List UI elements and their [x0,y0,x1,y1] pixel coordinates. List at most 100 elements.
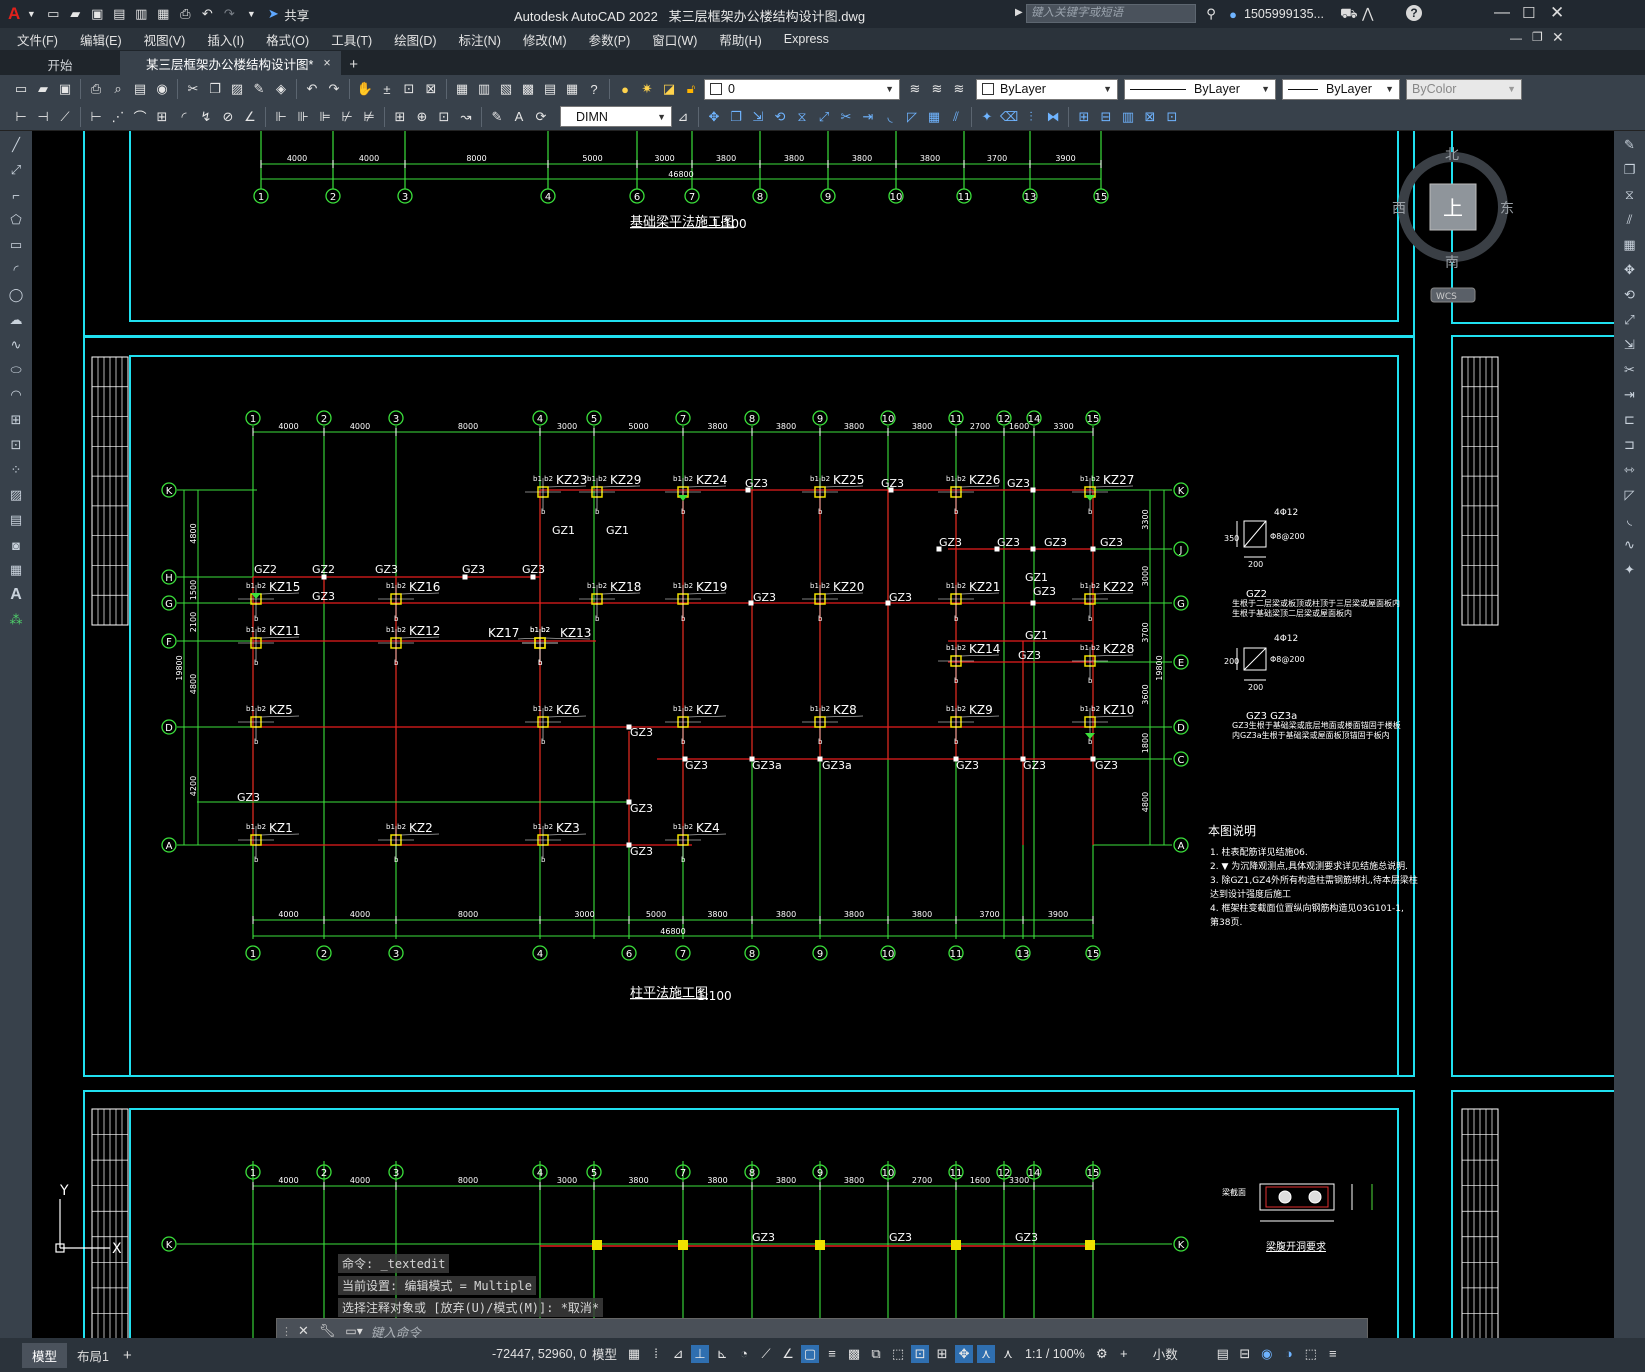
inspect-icon[interactable]: ⊡ [435,108,453,126]
graphics-performance-icon[interactable]: ◑ [1280,1345,1298,1363]
tab-start[interactable]: 开始 [0,53,120,75]
jogged-linear-icon[interactable]: ↝ [457,108,475,126]
plot-icon[interactable]: ⎙ [87,80,105,98]
selection-filter-icon[interactable]: ⊞ [933,1345,951,1363]
match-properties-icon[interactable]: ✎ [250,80,268,98]
menu-modify[interactable]: 修改(M) [512,30,578,49]
move-icon[interactable]: ✥ [705,108,723,126]
menu-express[interactable]: Express [773,32,840,46]
close-icon[interactable]: ✕ [1550,3,1564,23]
quick-properties-icon[interactable]: ▤ [1214,1345,1232,1363]
undo-icon[interactable]: ↶ [198,5,216,23]
insert-block-icon[interactable]: ⊞ [1075,108,1093,126]
menu-draw[interactable]: 绘图(D) [383,30,447,49]
dim-aligned-icon[interactable]: ⋰ [109,108,127,126]
dim-update-icon[interactable]: ⟳ [532,108,550,126]
command-customize-icon[interactable]: 🔧︎ [319,1323,336,1339]
drawing-canvas[interactable]: 4000 4000 8000 5000 3000 3800 3800 3800 3800 3700… [32,131,1614,1338]
search-input[interactable]: 键入关键字或短语 [1026,4,1196,23]
explode-icon[interactable]: ✦ [978,108,996,126]
continue-dim-icon[interactable]: ⊫ [316,108,334,126]
revcloud-icon[interactable]: ☁ [5,309,27,331]
lock-ui-icon[interactable]: ⊟ [1236,1345,1254,1363]
object-snap-icon[interactable]: ▢ [801,1344,820,1363]
workspace-gear-icon[interactable]: ⚙ [1093,1345,1111,1363]
linetype-dropdown[interactable]: ByLayer ▼ [1124,78,1276,100]
layer-freeze-icon[interactable]: ✷ [638,80,656,98]
menu-help[interactable]: 帮助(H) [708,30,772,49]
join-icon[interactable]: ⇿ [1619,459,1641,481]
menu-insert[interactable]: 插入(I) [196,30,255,49]
chevron-down-icon[interactable]: ▼ [22,5,40,23]
ellipse-arc-icon[interactable]: ◠ [5,384,27,406]
copy-obj-icon[interactable]: ❐ [727,108,745,126]
clip-icon[interactable]: ⊠ [1141,108,1159,126]
zoom-window-icon[interactable]: ⊡ [400,80,418,98]
model-space-button[interactable]: 模型 [592,1344,617,1363]
selection-cycling-icon[interactable]: ⧉ [867,1345,885,1363]
pan-icon[interactable]: ✋ [356,80,374,98]
stretch-icon[interactable]: ⇲ [749,108,767,126]
3dprint-icon[interactable]: ◉ [153,80,171,98]
trim-icon[interactable]: ✂ [837,108,855,126]
plot-icon[interactable]: ⎙ [176,5,194,23]
tab-active-drawing[interactable]: 某三层框架办公楼结构设计图* × [120,51,341,75]
add-selected-icon[interactable]: ⁂ [5,609,27,631]
isodraft-icon[interactable]: ⟋ [757,1345,775,1363]
doc-minimize-icon[interactable]: — [1510,31,1522,45]
customization-icon[interactable]: ≡ [1324,1345,1342,1363]
polyline-icon[interactable]: ⌐ [5,184,27,206]
coordinates-readout[interactable]: -72447, 52960, 0 [492,1347,587,1361]
copy-icon[interactable]: ❐ [1619,159,1641,181]
doc-close-icon[interactable]: ✕ [1552,29,1564,46]
xref-icon[interactable]: ⊟ [1097,108,1115,126]
scale-icon[interactable]: ⤢ [815,108,833,126]
lineweight-dropdown[interactable]: ByLayer ▼ [1282,78,1400,100]
search-expand-icon[interactable]: ▶ [1015,7,1023,18]
auto-scale-icon[interactable]: ⋏ [999,1345,1017,1363]
dim-arc-icon[interactable]: ⌒ [131,108,149,126]
snap-icon[interactable]: ⁞ [647,1345,665,1363]
spline-icon[interactable]: ∿ [5,334,27,356]
tab-layout1[interactable]: 布局1 [67,1343,119,1368]
viewcube-east[interactable]: 东 [1500,201,1514,217]
user-name[interactable]: 1505999135... [1244,7,1324,21]
properties-icon[interactable]: ▦ [453,80,471,98]
mirror-icon[interactable]: ⧖ [793,108,811,126]
dim-edit-icon[interactable]: ✎ [488,108,506,126]
circle-icon[interactable]: ◯ [5,284,27,306]
layer-on-icon[interactable]: ● [616,80,634,98]
break-icon[interactable]: ⊐ [1619,434,1641,456]
menu-view[interactable]: 视图(V) [133,30,197,49]
make-block-icon[interactable]: ⊡ [5,434,27,456]
offset-icon[interactable]: ⫽ [1619,209,1641,231]
layer-lock-icon[interactable]: 🔓︎ [682,80,700,98]
open-icon[interactable]: ▰ [66,5,84,23]
linear-dim-icon[interactable]: ⊣ [34,108,52,126]
tolerance-icon[interactable]: ⊞ [391,108,409,126]
zoom-realtime-icon[interactable]: ± [378,80,396,98]
array-icon[interactable]: ▦ [1619,234,1641,256]
fillet-icon[interactable]: ◟ [881,108,899,126]
isolate-objects-icon[interactable]: ◉ [1258,1345,1276,1363]
rectangle-icon[interactable]: ▭ [5,234,27,256]
save-icon[interactable]: ▣ [88,5,106,23]
polar-tracking-icon[interactable]: ◔ [735,1345,753,1363]
help-icon[interactable]: ? [1406,5,1422,21]
stretch-icon[interactable]: ⇲ [1619,334,1641,356]
web-save-icon[interactable]: ▦ [154,5,172,23]
viewcube-face[interactable]: 上 [1443,196,1463,220]
erase-icon[interactable]: ⌫ [1000,108,1018,126]
explode-icon[interactable]: ✦ [1619,559,1641,581]
ellipse-icon[interactable]: ⬭ [5,359,27,381]
undo-icon[interactable]: ↶ [303,80,321,98]
infer-constraints-icon[interactable]: ⊿ [669,1345,687,1363]
preview-icon[interactable]: ⌕ [109,80,127,98]
paste-icon[interactable]: ▨ [228,80,246,98]
annotation-scale[interactable]: 1:1 / 100% [1025,1347,1085,1361]
dim-break-icon[interactable]: ⊭ [360,108,378,126]
dim-ordinate-icon[interactable]: ⊞ [153,108,171,126]
add-layout-button[interactable]: + [123,1347,132,1364]
menu-edit[interactable]: 编辑(E) [69,30,133,49]
break-at-point-icon[interactable]: ⊏ [1619,409,1641,431]
